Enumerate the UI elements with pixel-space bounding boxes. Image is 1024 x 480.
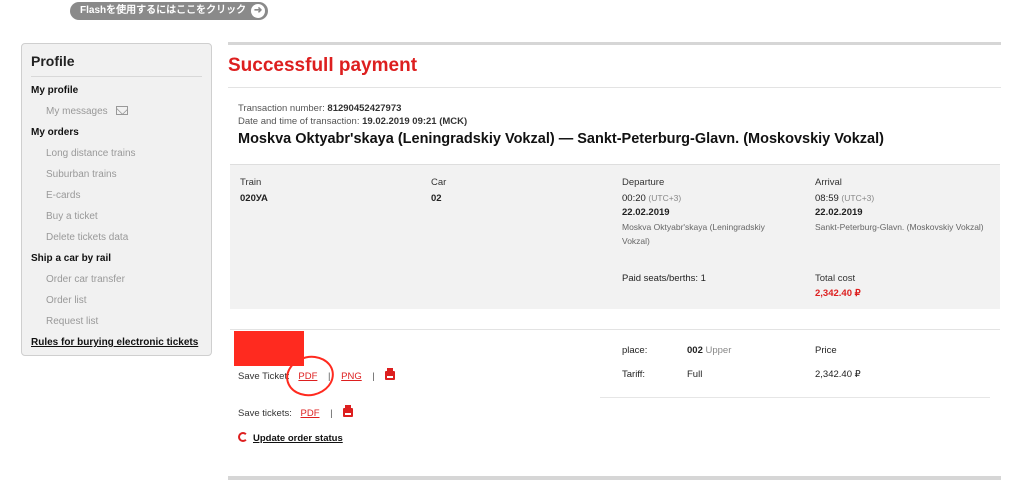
sidebar-item-order-list[interactable]: Order list — [46, 295, 87, 306]
transaction-date-label: Date and time of transaction: — [238, 116, 360, 127]
profile-sidebar: Profile My profile My messages My orders… — [21, 43, 212, 356]
departure-label: Departure — [622, 177, 665, 188]
sidebar-item-e-cards[interactable]: E-cards — [46, 190, 80, 201]
refresh-icon — [238, 432, 248, 442]
sidebar-item-ship-car[interactable]: Ship a car by rail — [31, 253, 111, 264]
sidebar-item-buy-ticket[interactable]: Buy a ticket — [46, 211, 98, 222]
transaction-date: Date and time of transaction: 19.02.2019… — [238, 116, 467, 127]
update-order-status-link[interactable]: Update order status — [238, 432, 343, 444]
sidebar-item-suburban-trains[interactable]: Suburban trains — [46, 169, 117, 180]
print-icon[interactable] — [343, 405, 354, 417]
sidebar-item-rules-link[interactable]: Rules for burying electronic tickets — [31, 337, 198, 348]
tickets-pdf-link[interactable]: PDF — [301, 408, 320, 419]
sidebar-item-long-distance-trains[interactable]: Long distance trains — [46, 148, 136, 159]
arrival-station: Sankt-Peterburg-Glavn. (Moskovskiy Vokza… — [815, 222, 984, 232]
ticket-png-link[interactable]: PNG — [341, 371, 362, 382]
save-ticket-label: Save Ticket: — [238, 371, 290, 382]
arrival-label: Arrival — [815, 177, 842, 188]
arrival-column: Arrival 08:59 (UTC+3) 22.02.2019 Sankt-P… — [815, 177, 990, 234]
top-divider — [228, 42, 1001, 45]
train-column: Train 020УА — [240, 177, 268, 204]
sidebar-item-order-car-transfer[interactable]: Order car transfer — [46, 274, 125, 285]
tariff-label: Tariff: — [622, 369, 646, 380]
car-column: Car 02 — [431, 177, 446, 204]
departure-station: Moskva Oktyabr'skaya (Leningradskiy Vokz… — [622, 222, 765, 246]
ticket-bottom-divider — [600, 397, 990, 398]
price-label: Price — [815, 345, 837, 356]
train-label: Train — [240, 177, 262, 188]
flash-enable-button[interactable]: Flashを使用するにはここをクリック ➜ — [70, 2, 269, 20]
departure-date: 22.02.2019 — [622, 207, 670, 218]
total-cost: Total cost 2,342.40 ₽ — [815, 273, 861, 299]
arrival-date: 22.02.2019 — [815, 207, 863, 218]
save-tickets-row: Save tickets: PDF | — [238, 405, 354, 419]
trip-info-panel: Train 020УА Car 02 Departure 00:20 (UTC+… — [230, 164, 1000, 309]
sidebar-item-my-orders[interactable]: My orders — [31, 127, 79, 138]
departure-time: 00:20 — [622, 193, 646, 204]
transaction-number-label: Transaction number: — [238, 103, 325, 114]
sidebar-item-delete-tickets-data[interactable]: Delete tickets data — [46, 232, 128, 243]
sidebar-title: Profile — [31, 53, 75, 69]
separator: | — [372, 371, 375, 382]
place-value: 002 — [687, 345, 703, 356]
total-cost-value: 2,342.40 ₽ — [815, 288, 861, 299]
arrival-time-row: 08:59 (UTC+3) — [815, 193, 990, 204]
departure-column: Departure 00:20 (UTC+3) 22.02.2019 Moskv… — [622, 177, 792, 248]
car-label: Car — [431, 177, 447, 188]
envelope-icon — [115, 106, 128, 115]
page-title: Successfull payment — [228, 55, 418, 76]
transaction-date-value: 19.02.2019 09:21 (MCK) — [362, 116, 468, 127]
title-divider — [228, 87, 1001, 88]
arrival-time: 08:59 — [815, 193, 839, 204]
route-title: Moskva Oktyabr'skaya (Leningradskiy Vokz… — [238, 131, 884, 147]
transaction-number-value: 81290452427973 — [327, 103, 402, 114]
arrival-timezone: (UTC+3) — [841, 193, 875, 203]
save-tickets-label: Save tickets: — [238, 408, 292, 419]
price-value: 2,342.40 ₽ — [815, 369, 861, 380]
print-icon[interactable] — [385, 368, 396, 380]
arrow-right-icon: ➜ — [251, 4, 266, 18]
flash-enable-label: Flashを使用するにはここをクリック — [80, 5, 247, 16]
bottom-divider — [228, 476, 1001, 480]
place-type: Upper — [705, 345, 732, 356]
sidebar-divider — [31, 76, 202, 77]
sidebar-item-my-profile[interactable]: My profile — [31, 85, 78, 96]
update-order-status-label: Update order status — [253, 433, 343, 444]
departure-time-row: 00:20 (UTC+3) — [622, 193, 792, 204]
sidebar-item-request-list[interactable]: Request list — [46, 316, 98, 327]
tariff-value: Full — [687, 369, 703, 380]
place-label: place: — [622, 345, 648, 356]
separator: | — [330, 408, 333, 419]
sidebar-item-my-messages[interactable]: My messages — [46, 106, 128, 117]
total-cost-label: Total cost — [815, 273, 856, 284]
ticket-divider — [230, 329, 1000, 330]
sidebar-item-label: My messages — [46, 106, 108, 117]
departure-timezone: (UTC+3) — [648, 193, 682, 203]
paid-seats: Paid seats/berths: 1 — [622, 273, 706, 284]
place-value-row: 002 Upper — [687, 345, 731, 356]
train-value: 020УА — [240, 193, 268, 204]
car-value: 02 — [431, 193, 442, 204]
transaction-number: Transaction number: 81290452427973 — [238, 103, 401, 114]
